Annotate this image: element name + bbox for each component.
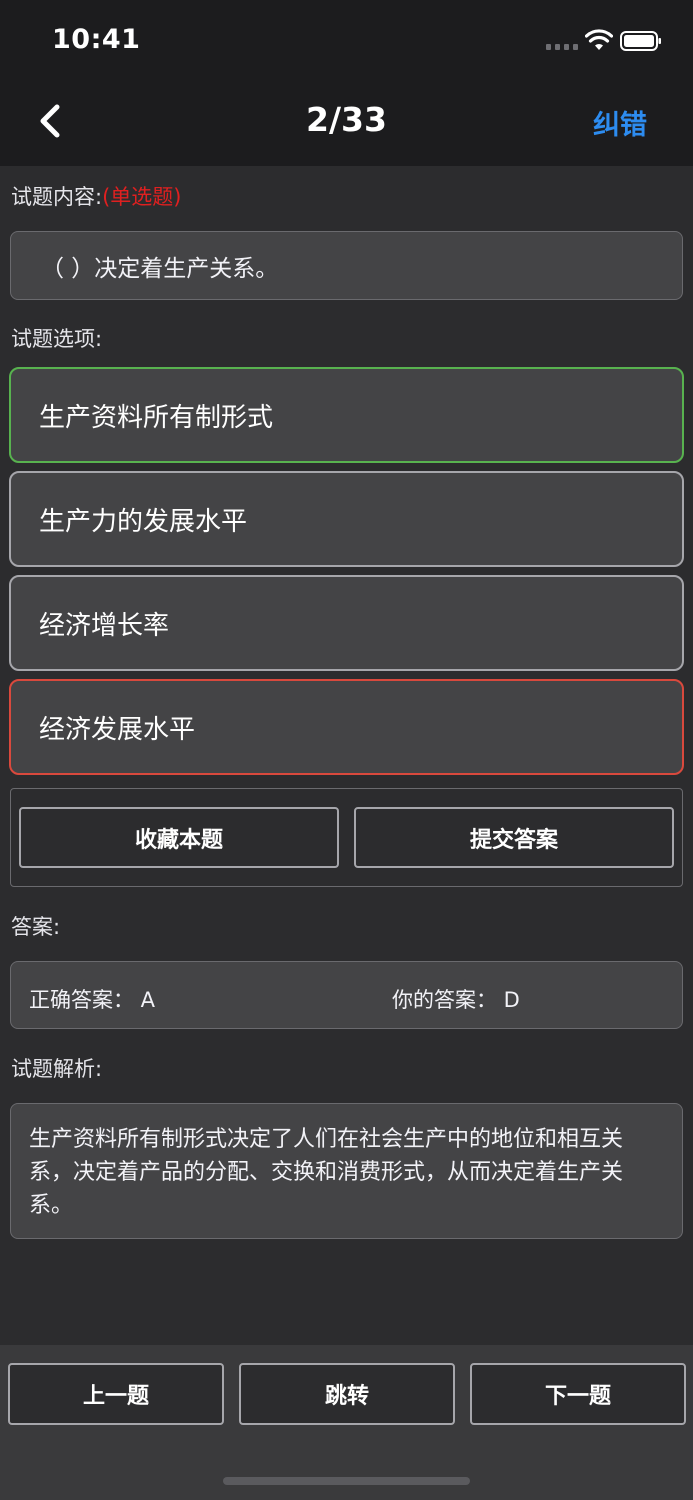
answer-section-label: 答案:	[11, 915, 61, 939]
top-bar: 10:41 2/33 纠错	[0, 0, 693, 166]
question-label-text: 试题内容:	[11, 185, 103, 209]
jump-button[interactable]: 跳转	[239, 1363, 455, 1425]
question-text: （ ）决定着生产关系。	[10, 231, 683, 300]
options-section-label: 试题选项:	[11, 327, 103, 351]
explanation-text: 生产资料所有制形式决定了人们在社会生产中的地位和相互关系，决定着产品的分配、交换…	[10, 1103, 683, 1239]
screen: 10:41 2/33 纠错 试题内容:(单选题) （ ）决定着生产关系。 试题选…	[0, 0, 693, 1500]
status-time: 10:41	[52, 24, 141, 55]
home-indicator	[223, 1477, 470, 1485]
option-a[interactable]: 生产资料所有制形式	[9, 367, 684, 463]
option-b[interactable]: 生产力的发展水平	[9, 471, 684, 567]
submit-answer-button[interactable]: 提交答案	[354, 807, 674, 868]
report-error-button[interactable]: 纠错	[593, 103, 647, 142]
correct-answer: 正确答案： A	[29, 988, 156, 1012]
wifi-icon	[584, 29, 614, 51]
next-question-button[interactable]: 下一题	[470, 1363, 686, 1425]
question-section-label: 试题内容:(单选题)	[11, 181, 181, 211]
option-d[interactable]: 经济发展水平	[9, 679, 684, 775]
battery-icon	[620, 31, 662, 51]
answer-box: 正确答案： A 你的答案： D	[10, 961, 683, 1029]
page-title: 2/33	[306, 100, 387, 139]
cellular-signal-icon	[546, 44, 578, 50]
option-c[interactable]: 经济增长率	[9, 575, 684, 671]
previous-question-button[interactable]: 上一题	[8, 1363, 224, 1425]
favorite-button[interactable]: 收藏本题	[19, 807, 339, 868]
your-answer: 你的答案： D	[392, 988, 520, 1012]
question-type-tag: (单选题)	[102, 185, 182, 209]
explanation-section-label: 试题解析:	[11, 1057, 103, 1081]
